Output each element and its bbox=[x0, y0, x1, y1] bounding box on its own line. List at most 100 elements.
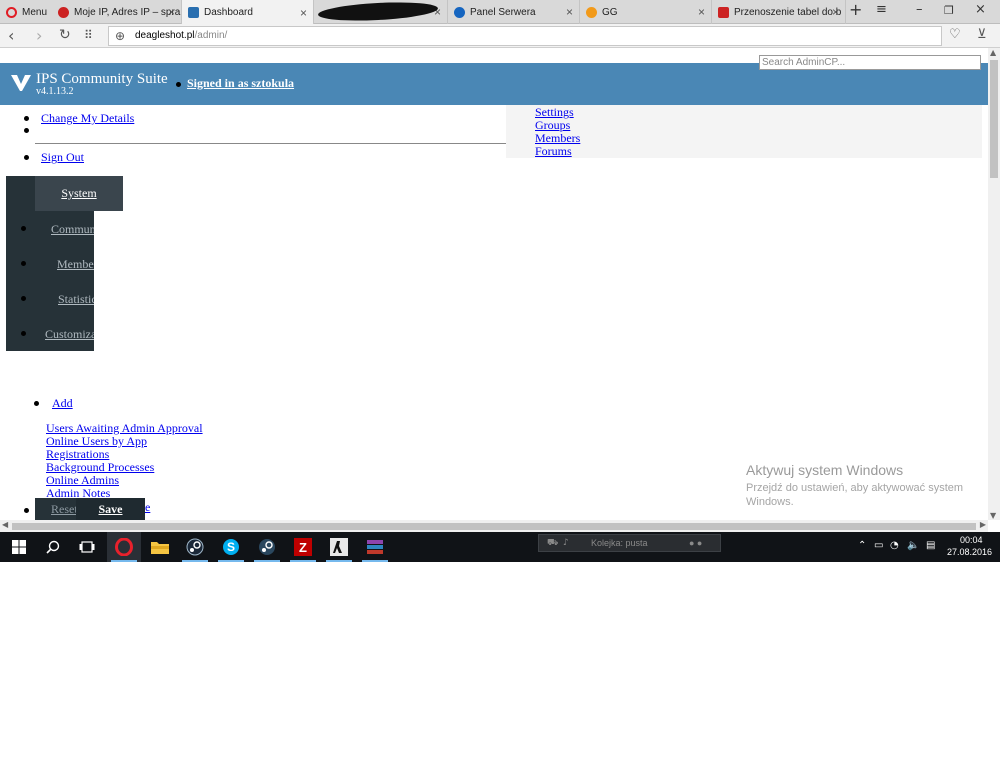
tab-label: Moje IP, Adres IP – spra bbox=[74, 6, 181, 18]
scroll-thumb[interactable] bbox=[12, 523, 976, 530]
overflow-link-text[interactable]: e bbox=[145, 500, 150, 515]
windows-activation-subtitle: Przejdź do ustawień, aby aktywować syste… bbox=[746, 482, 964, 508]
winrar-icon bbox=[367, 540, 383, 554]
tab-panel-serwera[interactable]: Panel Serwera × bbox=[448, 0, 580, 24]
tab-przenoszenie[interactable]: Przenoszenie tabel do b × bbox=[712, 0, 846, 24]
address-bar: ‹ › ↻ ⠿ ⊕ deagleshot.pl/admin/ ♡ ⊻ bbox=[0, 24, 1000, 48]
nav-item-members[interactable]: Members bbox=[57, 257, 94, 272]
scroll-down-icon[interactable]: ▼ bbox=[990, 511, 996, 520]
clock-date[interactable]: 27.08.2016 bbox=[947, 547, 992, 557]
scroll-thumb[interactable] bbox=[990, 60, 998, 178]
list-bullet bbox=[21, 296, 26, 301]
vertical-scrollbar[interactable]: ▲ ▼ bbox=[988, 48, 1000, 520]
tab-gg[interactable]: GG × bbox=[580, 0, 712, 24]
quick-links-panel: Settings Groups Members Forums bbox=[506, 105, 982, 158]
menu-label: Menu bbox=[22, 6, 48, 18]
queue-text: Kolejka: pusta bbox=[591, 538, 648, 548]
minimize-icon[interactable]: – bbox=[916, 2, 923, 17]
change-details-link[interactable]: Change My Details bbox=[41, 111, 134, 126]
task-view-button[interactable] bbox=[70, 532, 104, 562]
steam-icon bbox=[259, 539, 275, 555]
moje-ip-favicon-icon bbox=[58, 6, 69, 18]
restore-icon[interactable]: ❐ bbox=[944, 4, 954, 17]
taskbar-steam-client[interactable] bbox=[178, 532, 212, 562]
taskbar-skype[interactable]: S bbox=[214, 532, 248, 562]
taskbar-file-explorer[interactable] bbox=[143, 532, 177, 562]
list-bullet bbox=[34, 401, 39, 406]
back-icon[interactable]: ‹ bbox=[8, 26, 14, 45]
queue-widget[interactable]: ⛟ ♪ Kolejka: pusta ● ● bbox=[538, 534, 721, 552]
search-button[interactable] bbox=[36, 532, 70, 562]
list-bullet bbox=[24, 155, 29, 160]
speed-dial-icon[interactable]: ⠿ bbox=[84, 28, 93, 42]
scroll-up-icon[interactable]: ▲ bbox=[990, 48, 996, 57]
list-bullet bbox=[176, 82, 181, 87]
opera-logo-icon bbox=[6, 6, 17, 18]
list-bullet bbox=[21, 331, 26, 336]
scroll-right-icon[interactable]: ▶ bbox=[980, 520, 986, 529]
save-button[interactable]: Save bbox=[76, 498, 145, 520]
chevron-up-icon[interactable]: ⌃ bbox=[858, 540, 866, 551]
volume-icon[interactable]: 🔈 bbox=[907, 540, 919, 551]
quick-link-forums[interactable]: Forums bbox=[535, 144, 572, 159]
list-bullet bbox=[24, 128, 29, 133]
nav-item-community[interactable]: Community bbox=[51, 222, 94, 237]
taskbar-steam[interactable] bbox=[250, 532, 284, 562]
system-tray: ⌃ ▭ ◔ 🔈 ▤ 00:04 27.08.2016 bbox=[855, 532, 1000, 562]
taskbar-opera[interactable] bbox=[107, 532, 141, 562]
steam-alt-icon bbox=[186, 538, 204, 556]
sign-out-link[interactable]: Sign Out bbox=[41, 150, 84, 165]
nav-item-system[interactable]: System bbox=[35, 176, 123, 211]
tab-moje-ip[interactable]: Moje IP, Adres IP – spra × bbox=[52, 0, 182, 24]
windows-taskbar: S Z ⛟ ♪ Kolejka: pusta ● ● ⌃ ▭ ◔ 🔈 ▤ 00:… bbox=[0, 532, 1000, 562]
search-icon bbox=[46, 540, 60, 554]
list-bullet bbox=[24, 508, 29, 513]
url-field[interactable]: ⊕ deagleshot.pl/admin/ bbox=[108, 26, 942, 46]
nav-item-customize[interactable]: Customization bbox=[45, 327, 94, 342]
battery-icon[interactable]: ▭ bbox=[874, 540, 883, 551]
new-tab-icon[interactable]: + bbox=[849, 0, 862, 19]
taskbar-winrar[interactable] bbox=[358, 532, 392, 562]
close-icon[interactable]: × bbox=[832, 5, 839, 19]
search-input[interactable] bbox=[759, 55, 981, 70]
close-icon[interactable]: × bbox=[168, 5, 175, 19]
bookmark-heart-icon[interactable]: ♡ bbox=[949, 27, 961, 42]
add-block-link[interactable]: Add bbox=[52, 396, 73, 411]
tab-dashboard[interactable]: Dashboard × bbox=[182, 0, 314, 25]
action-center-icon[interactable]: ▤ bbox=[926, 540, 935, 551]
reload-icon[interactable]: ↻ bbox=[59, 27, 71, 43]
close-icon[interactable]: × bbox=[566, 5, 573, 19]
horizontal-scrollbar[interactable]: ◀ ▶ bbox=[0, 520, 988, 532]
forward-icon[interactable]: › bbox=[36, 26, 42, 45]
windows-logo-icon bbox=[12, 540, 26, 554]
browser-tab-strip: Menu Moje IP, Adres IP – spra × Dashboar… bbox=[0, 0, 1000, 25]
download-icon[interactable]: ⊻ bbox=[977, 27, 987, 42]
list-bullet bbox=[21, 226, 26, 231]
ips-favicon-icon bbox=[188, 7, 199, 18]
tab-label: Przenoszenie tabel do b bbox=[734, 6, 842, 18]
queue-app-icon: ⛟ bbox=[547, 538, 559, 548]
ips-logo-icon bbox=[11, 75, 31, 91]
tab-menu-icon[interactable]: ≡ bbox=[876, 2, 887, 17]
folder-icon bbox=[151, 542, 169, 554]
start-button[interactable] bbox=[2, 532, 36, 562]
taskbar-counter-strike[interactable] bbox=[322, 532, 356, 562]
window-close-icon[interactable]: × bbox=[975, 2, 986, 17]
clock-time[interactable]: 00:04 bbox=[960, 535, 983, 545]
queue-status-icon: ♪ bbox=[563, 538, 569, 548]
network-icon[interactable]: ◔ bbox=[890, 540, 899, 551]
menu-divider bbox=[35, 143, 506, 144]
nav-system-label: System bbox=[61, 186, 97, 200]
nav-item-stats[interactable]: Statistics bbox=[58, 292, 94, 307]
filezilla-icon: Z bbox=[294, 538, 312, 556]
close-icon[interactable]: × bbox=[698, 5, 705, 19]
list-bullet bbox=[21, 261, 26, 266]
reset-button[interactable]: Reset bbox=[51, 498, 78, 520]
queue-controls-icon[interactable]: ● ● bbox=[689, 535, 702, 551]
counter-strike-icon bbox=[330, 538, 348, 556]
opera-menu-button[interactable]: Menu bbox=[0, 0, 50, 24]
signed-in-link[interactable]: Signed in as sztokula bbox=[187, 76, 294, 91]
close-icon[interactable]: × bbox=[300, 6, 307, 20]
scroll-left-icon[interactable]: ◀ bbox=[2, 520, 8, 529]
taskbar-filezilla[interactable]: Z bbox=[286, 532, 320, 562]
